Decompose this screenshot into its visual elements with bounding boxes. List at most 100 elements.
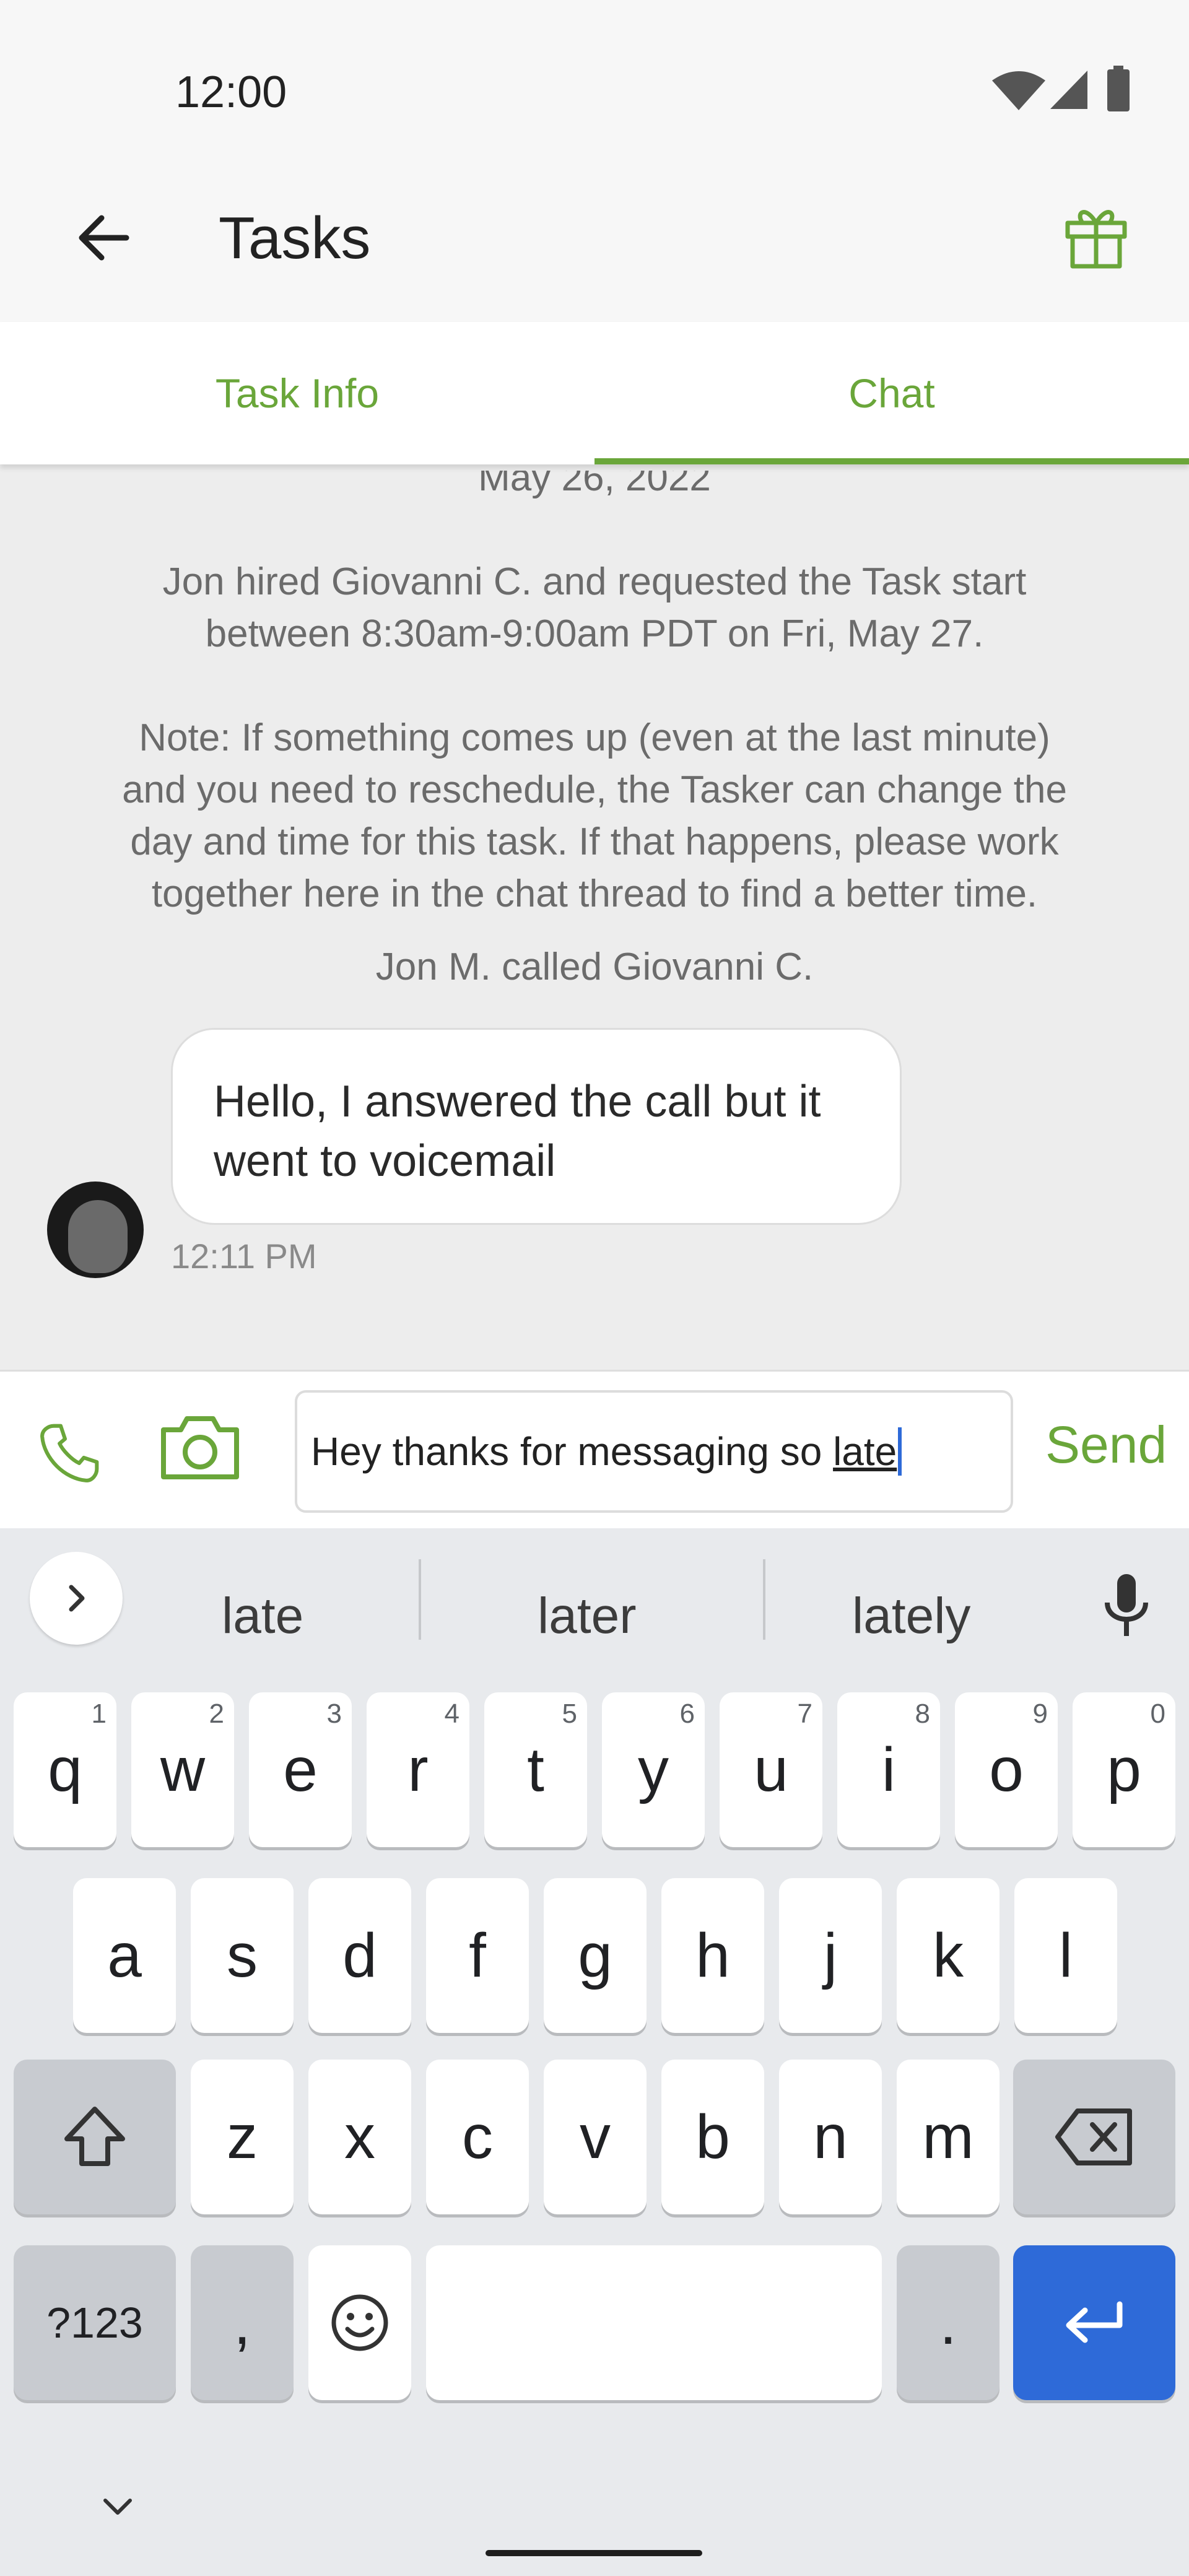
page-title: Tasks (219, 205, 371, 271)
system-line: between 8:30am-9:00am PDT on Fri, May 27… (205, 612, 984, 655)
key-hint: 7 (797, 1699, 812, 1729)
key-r[interactable]: r4 (367, 1692, 469, 1847)
system-line: Note: If something comes up (even at the… (139, 716, 1050, 759)
enter-key[interactable] (1013, 2245, 1175, 2400)
gift-icon[interactable] (1064, 202, 1128, 270)
avatar[interactable] (47, 1181, 144, 1278)
key-label: o (989, 1734, 1024, 1804)
send-button[interactable]: Send (1045, 1415, 1167, 1475)
suggestion-divider (763, 1559, 765, 1640)
key-hint: 4 (444, 1699, 459, 1729)
key-q[interactable]: q1 (14, 1692, 116, 1847)
key-c[interactable]: c (426, 2060, 529, 2214)
key-y[interactable]: y6 (602, 1692, 705, 1847)
text-cursor (898, 1427, 902, 1476)
enter-icon (1066, 2301, 1123, 2343)
key-label: w (160, 1734, 206, 1804)
key-h[interactable]: h (661, 1878, 764, 2033)
input-text: Hey thanks for messaging so (311, 1429, 834, 1474)
key-hint: 6 (679, 1699, 695, 1729)
key-label: e (283, 1734, 318, 1804)
message-bubble[interactable]: Hello, I answered the call but it went t… (171, 1028, 902, 1225)
active-tab-indicator (594, 458, 1189, 464)
date-label: May 26, 2022 (478, 471, 711, 499)
space-key[interactable] (426, 2245, 882, 2400)
keyboard: late later lately q1 w2 e3 r4 t5 y6 u7 i… (0, 1528, 1189, 2576)
system-line: and you need to reschedule, the Tasker c… (122, 768, 1067, 811)
key-n[interactable]: n (779, 2060, 882, 2214)
key-l[interactable]: l (1014, 1878, 1117, 2033)
key-b[interactable]: b (661, 2060, 764, 2214)
system-line: Jon hired Giovanni C. and requested the … (162, 560, 1027, 603)
arrow-left-icon[interactable] (72, 207, 134, 269)
camera-icon[interactable] (160, 1414, 240, 1482)
key-z[interactable]: z (191, 2060, 294, 2214)
suggestion-item[interactable]: lately (852, 1587, 970, 1645)
signal-icon (1050, 71, 1087, 109)
call-event: Jon M. called Giovanni C. (375, 946, 814, 988)
hide-keyboard-icon[interactable] (99, 2494, 136, 2519)
shift-icon (64, 2107, 125, 2166)
key-x[interactable]: x (308, 2060, 411, 2214)
chat-thread[interactable]: May 26, 2022 Jon hired Giovanni C. and r… (0, 471, 1189, 1370)
key-p[interactable]: p0 (1073, 1692, 1175, 1847)
message-line: went to voicemail (214, 1136, 556, 1186)
key-g[interactable]: g (544, 1878, 647, 2033)
key-label: p (1107, 1734, 1141, 1804)
input-composing-word: late (833, 1429, 897, 1474)
suggestion-divider (419, 1559, 421, 1640)
shift-key[interactable] (14, 2060, 176, 2214)
key-f[interactable]: f (426, 1878, 529, 2033)
key-o[interactable]: o9 (955, 1692, 1058, 1847)
key-d[interactable]: d (308, 1878, 411, 2033)
key-w[interactable]: w2 (131, 1692, 234, 1847)
suggestion-item[interactable]: later (538, 1587, 637, 1645)
key-v[interactable]: v (544, 2060, 647, 2214)
message-timestamp: 12:11 PM (171, 1237, 317, 1276)
key-hint: 3 (326, 1699, 342, 1729)
key-label: y (638, 1734, 669, 1804)
status-time: 12:00 (175, 67, 287, 117)
phone-icon[interactable] (35, 1419, 104, 1488)
microphone-icon[interactable] (1099, 1572, 1154, 1640)
key-k[interactable]: k (897, 1878, 1000, 2033)
tab-chat[interactable]: Chat (594, 322, 1189, 464)
backspace-key[interactable] (1013, 2060, 1175, 2214)
system-line: together here in the chat thread to find… (151, 872, 1038, 915)
key-i[interactable]: i8 (837, 1692, 940, 1847)
status-bar: 12:00 (0, 0, 1189, 180)
key-hint: 8 (915, 1699, 930, 1729)
avatar-image (68, 1200, 128, 1273)
key-hint: 5 (562, 1699, 577, 1729)
expand-suggestions-button[interactable] (30, 1552, 123, 1645)
emoji-key[interactable] (308, 2245, 411, 2400)
battery-icon (1107, 66, 1130, 111)
key-label: r (407, 1734, 429, 1804)
key-hint: 9 (1032, 1699, 1048, 1729)
message-input[interactable]: Hey thanks for messaging so late (295, 1390, 1013, 1513)
period-key[interactable]: . (897, 2245, 1000, 2400)
key-label: q (48, 1734, 82, 1804)
system-message-note: Note: If something comes up (even at the… (0, 712, 1189, 920)
key-s[interactable]: s (191, 1878, 294, 2033)
tab-task-info[interactable]: Task Info (0, 322, 594, 464)
key-t[interactable]: t5 (484, 1692, 587, 1847)
home-indicator[interactable] (486, 2550, 702, 2556)
suggestion-item[interactable]: late (222, 1587, 303, 1645)
comma-key[interactable]: , (191, 2245, 294, 2400)
key-e[interactable]: e3 (249, 1692, 352, 1847)
symbols-key[interactable]: ?123 (14, 2245, 176, 2400)
key-label: u (754, 1734, 788, 1804)
message-composer: Hey thanks for messaging so late Send (0, 1370, 1189, 1530)
system-message-hired: Jon hired Giovanni C. and requested the … (0, 556, 1189, 660)
key-j[interactable]: j (779, 1878, 882, 2033)
key-m[interactable]: m (897, 2060, 1000, 2214)
message-line: Hello, I answered the call but it (214, 1077, 821, 1126)
key-hint: 0 (1150, 1699, 1165, 1729)
emoji-icon (331, 2294, 388, 2351)
chevron-right-icon (69, 1585, 85, 1612)
key-u[interactable]: u7 (720, 1692, 822, 1847)
key-hint: 2 (209, 1699, 224, 1729)
key-a[interactable]: a (73, 1878, 176, 2033)
key-label: t (527, 1734, 544, 1804)
